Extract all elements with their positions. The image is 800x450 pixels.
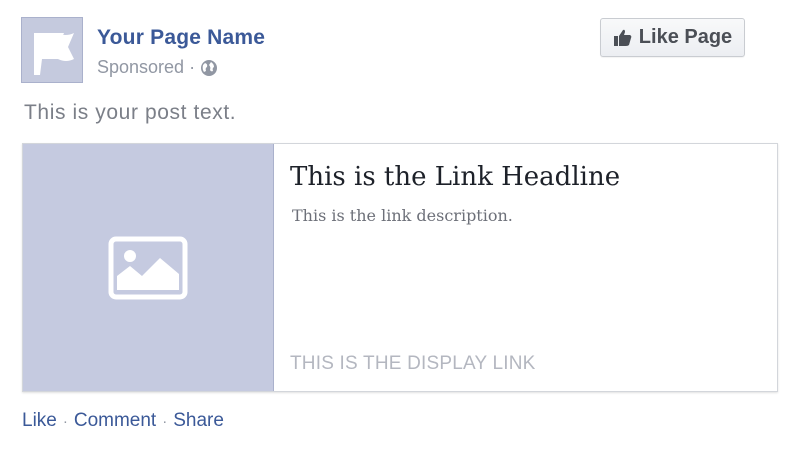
separator-dot: · — [62, 412, 68, 430]
separator-dot: · — [189, 57, 196, 77]
link-headline[interactable]: This is the Link Headline — [290, 162, 620, 192]
post-actions: Like · Comment · Share — [22, 410, 224, 432]
flag-icon — [34, 33, 74, 75]
link-description: This is the link description. — [292, 206, 513, 225]
display-link[interactable]: THIS IS THE DISPLAY LINK — [290, 353, 536, 375]
link-image-placeholder — [23, 144, 274, 391]
like-page-label: Like Page — [638, 26, 733, 48]
globe-icon[interactable] — [200, 59, 218, 77]
link-preview-card[interactable]: This is the Link Headline This is the li… — [22, 143, 778, 392]
post-text: This is your post text. — [24, 101, 237, 124]
thumbs-up-icon — [613, 29, 632, 46]
like-page-button[interactable]: Like Page — [600, 18, 745, 57]
separator-dot: · — [162, 412, 168, 430]
sponsored-line: Sponsored · — [97, 57, 218, 78]
like-link[interactable]: Like — [22, 410, 57, 432]
share-link[interactable]: Share — [173, 410, 224, 432]
link-body: This is the Link Headline This is the li… — [274, 144, 777, 391]
comment-link[interactable]: Comment — [74, 410, 156, 432]
page-avatar[interactable] — [21, 17, 83, 83]
page-name-link[interactable]: Your Page Name — [97, 26, 265, 50]
image-placeholder-icon — [108, 236, 188, 299]
sponsored-label: Sponsored — [97, 57, 185, 77]
